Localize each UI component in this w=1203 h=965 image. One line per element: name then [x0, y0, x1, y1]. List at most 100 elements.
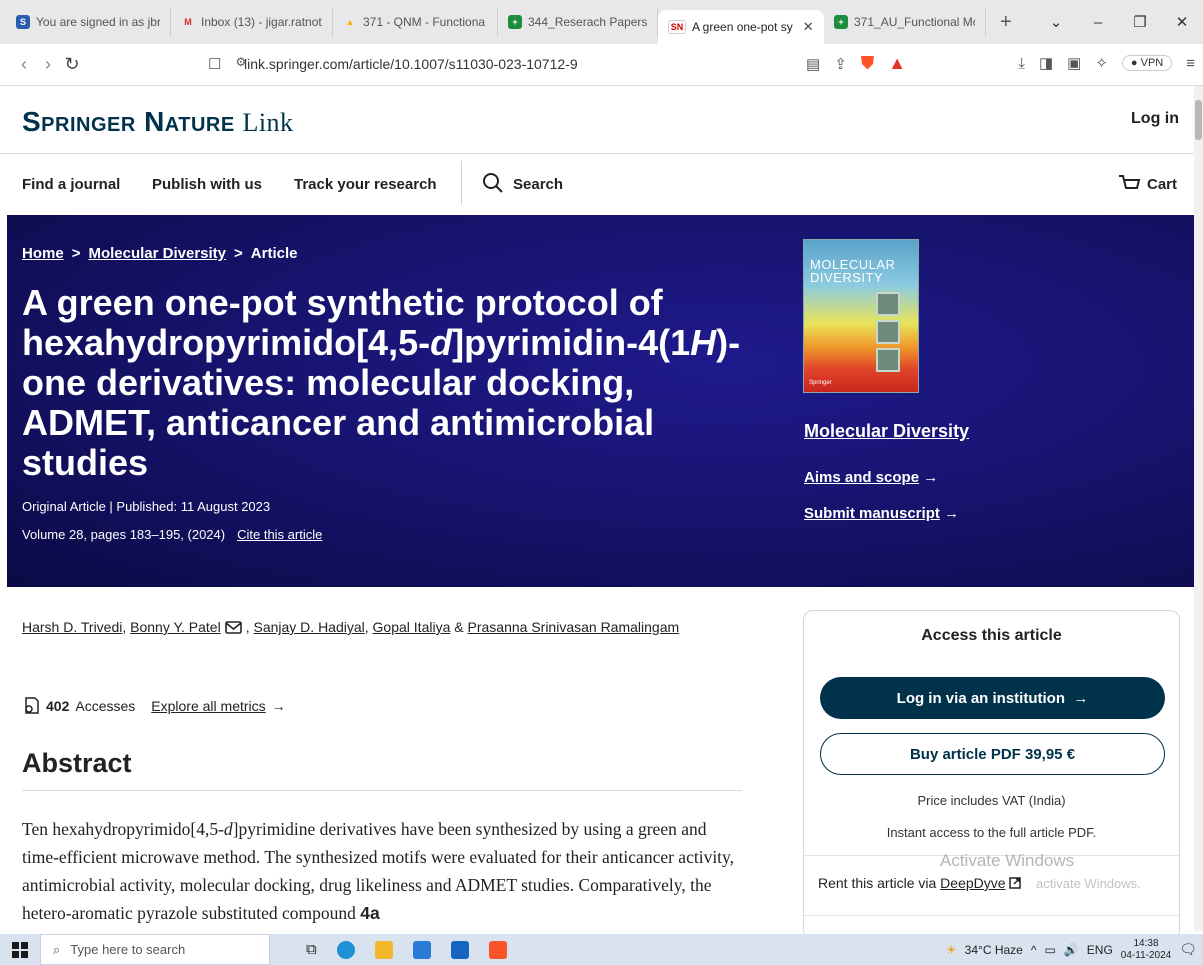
new-tab-icon[interactable]: +: [986, 11, 1026, 34]
divider: [804, 915, 1179, 916]
author-link[interactable]: Sanjay D. Hadiyal: [253, 619, 364, 635]
edge-icon[interactable]: [336, 940, 355, 959]
address-bar-row: ‹ › ↻ ☐ ⚙ link.springer.com/article/10.1…: [0, 44, 1203, 86]
explore-metrics-link[interactable]: Explore all metrics: [151, 698, 265, 714]
site-header: Springer Nature Link Log in: [0, 86, 1203, 154]
back-icon[interactable]: ‹: [12, 54, 36, 75]
springer-favicon-icon: SN: [668, 20, 686, 34]
external-link-icon[interactable]: [1008, 877, 1021, 889]
cart-icon[interactable]: [1117, 172, 1141, 196]
taskbar-search[interactable]: ⌕ Type here to search: [40, 934, 270, 965]
cite-article-link[interactable]: Cite this article: [237, 527, 322, 542]
divider: [22, 790, 742, 791]
vat-note: Price includes VAT (India): [917, 793, 1066, 808]
clock[interactable]: 14:38 04-11-2024: [1121, 938, 1171, 962]
nav-divider: [461, 161, 462, 205]
volume-icon[interactable]: 🔊: [1064, 943, 1079, 957]
brave-icon[interactable]: [488, 940, 507, 959]
article-metrics: 402 Accesses Explore all metrics →: [22, 697, 286, 715]
abstract-text: Ten hexahydropyrimido[4,5-d]pyrimidine d…: [22, 819, 735, 923]
reader-mode-icon[interactable]: ▤: [806, 55, 820, 73]
scrollbar-thumb[interactable]: [1195, 100, 1202, 140]
menu-icon[interactable]: ≡: [1186, 55, 1195, 72]
mail-app-icon[interactable]: [450, 940, 469, 959]
abstract-heading: Abstract: [22, 748, 132, 778]
journal-cover-image[interactable]: MOLECULAR DIVERSITY Springer: [803, 239, 919, 393]
author-link[interactable]: Bonny Y. Patel: [130, 619, 221, 635]
search-icon[interactable]: [482, 172, 504, 194]
close-window-icon[interactable]: ✕: [1161, 13, 1203, 31]
accesses-count: 402: [46, 698, 70, 714]
window-controls: ⌄ – ❐ ✕: [1035, 0, 1203, 44]
access-title: Access this article: [921, 627, 1062, 644]
tab-list-chevron-icon[interactable]: ⌄: [1035, 13, 1077, 31]
drive-icon: ▲: [345, 17, 355, 27]
weather-icon[interactable]: ☀: [946, 943, 957, 957]
nav-find-journal[interactable]: Find a journal: [22, 176, 120, 193]
article-hero: Home > Molecular Diversity > Article A g…: [7, 215, 1203, 587]
weather-text[interactable]: 34°C Haze: [965, 943, 1023, 957]
nav-track-research[interactable]: Track your research: [294, 176, 437, 193]
activate-windows-watermark: Activate Windows: [940, 851, 1075, 870]
submit-manuscript-link[interactable]: Submit manuscript →: [804, 505, 959, 522]
page-scrollbar[interactable]: [1194, 86, 1203, 931]
store-icon[interactable]: [412, 940, 431, 959]
breadcrumb-home[interactable]: Home: [22, 245, 64, 262]
login-link[interactable]: Log in: [1131, 110, 1179, 128]
author-link[interactable]: Harsh D. Trivedi: [22, 619, 122, 635]
journal-name-link[interactable]: Molecular Diversity: [804, 421, 969, 442]
browser-tab-bar: S You are signed in as jbr M Inbox (13) …: [0, 0, 1203, 44]
search-icon: ⌕: [53, 941, 61, 957]
tray-chevron-icon[interactable]: ^: [1031, 943, 1037, 957]
cover-graphic: [876, 320, 900, 344]
tab-label: 344_Reserach Papers.xl: [528, 15, 647, 29]
cart-link[interactable]: Cart: [1147, 176, 1177, 193]
author-link[interactable]: Prasanna Srinivasan Ramalingam: [468, 619, 680, 635]
close-tab-icon[interactable]: ✕: [803, 19, 814, 35]
browser-tab[interactable]: + 344_Reserach Papers.xl: [498, 7, 658, 37]
bookmark-icon[interactable]: ☐: [208, 55, 221, 73]
brave-shield-icon[interactable]: ⛊: [861, 53, 875, 74]
browser-tab[interactable]: S You are signed in as jbr: [6, 7, 171, 37]
browser-tab[interactable]: ▲ 371 - QNM - Functiona: [333, 7, 498, 37]
nav-publish[interactable]: Publish with us: [152, 176, 262, 193]
minimize-icon[interactable]: –: [1077, 14, 1119, 31]
restore-icon[interactable]: ❐: [1119, 13, 1161, 31]
brave-rewards-icon[interactable]: ▲: [888, 53, 906, 74]
author-link[interactable]: Gopal Italiya: [373, 619, 451, 635]
activate-windows-watermark-sub: activate Windows.: [1036, 876, 1141, 891]
aims-scope-link[interactable]: Aims and scope →: [804, 469, 938, 486]
login-institution-button[interactable]: Log in via an institution →: [820, 677, 1165, 719]
mail-icon[interactable]: [224, 621, 242, 634]
taskbar-search-placeholder: Type here to search: [70, 942, 186, 957]
task-view-icon[interactable]: ⧉: [306, 941, 317, 958]
article-volume: Volume 28, pages 183–195, (2024) Cite thi…: [22, 527, 323, 542]
network-icon[interactable]: ▭: [1044, 943, 1055, 957]
sidebar-icon[interactable]: ◨: [1039, 54, 1053, 72]
taskbar-apps: ⧉: [306, 940, 507, 959]
instant-access-note: Instant access to the full article PDF.: [886, 825, 1097, 840]
buy-pdf-button[interactable]: Buy article PDF 39,95 €: [820, 733, 1165, 775]
wallet-icon[interactable]: ▣: [1067, 54, 1081, 72]
sheets-icon: +: [834, 15, 848, 29]
share-icon[interactable]: ⇪: [834, 55, 847, 73]
leo-icon[interactable]: ✧: [1095, 54, 1108, 72]
reload-icon[interactable]: ↻: [60, 54, 84, 75]
browser-tab-active[interactable]: SN A green one-pot sy ✕: [658, 10, 824, 44]
browser-tab[interactable]: + 371_AU_Functional Mo: [824, 7, 986, 37]
windows-start-icon[interactable]: [0, 941, 40, 958]
search-link[interactable]: Search: [513, 176, 563, 193]
language-indicator[interactable]: ENG: [1087, 943, 1113, 957]
tab-label: You are signed in as jbr: [36, 15, 160, 29]
springer-nature-logo[interactable]: Springer Nature Link: [22, 106, 294, 138]
notifications-icon[interactable]: 🗨: [1179, 941, 1197, 958]
download-icon[interactable]: ⤓: [1018, 55, 1025, 72]
file-explorer-icon[interactable]: [374, 940, 393, 959]
breadcrumb-separator: >: [71, 245, 81, 262]
breadcrumb-journal[interactable]: Molecular Diversity: [88, 245, 226, 262]
deepdyve-link[interactable]: DeepDyve: [940, 875, 1005, 891]
vpn-button[interactable]: ● VPN: [1121, 55, 1173, 71]
browser-tab[interactable]: M Inbox (13) - jigar.ratnot: [171, 7, 333, 37]
forward-icon[interactable]: ›: [36, 54, 60, 75]
url-field[interactable]: link.springer.com/article/10.1007/s11030…: [244, 56, 578, 72]
